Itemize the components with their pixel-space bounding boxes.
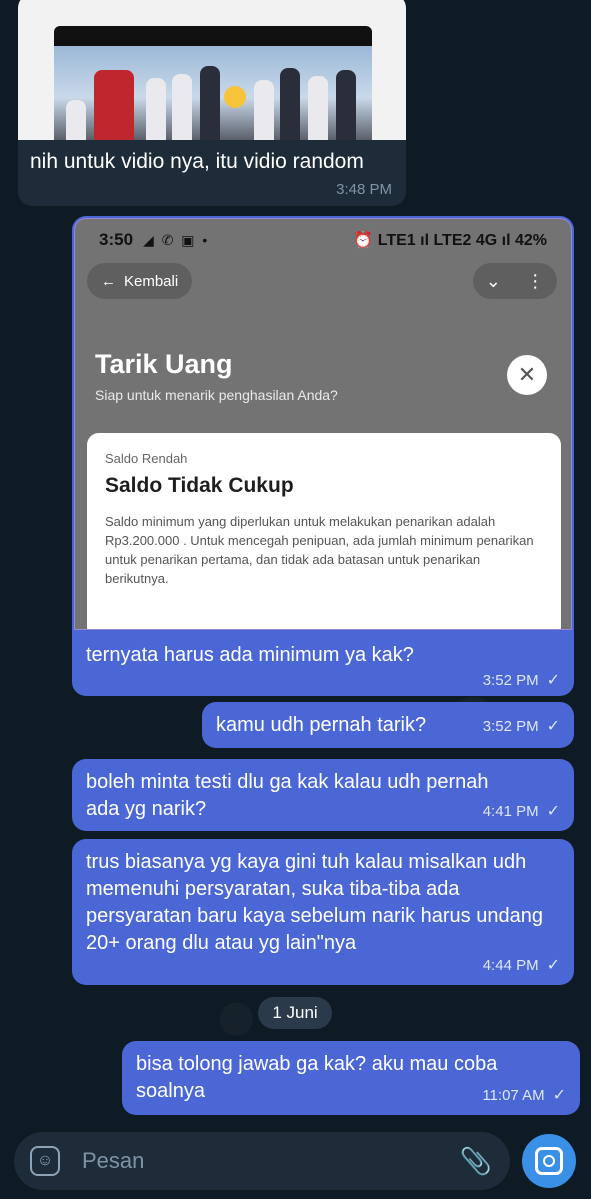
phone-nav: ← Kembali ⌄ ⋮ [75, 263, 571, 303]
message-text: trus biasanya yg kaya gini tuh kalau mis… [86, 851, 543, 954]
surprised-emoji-icon [224, 86, 246, 108]
outgoing-message[interactable]: boleh minta testi dlu ga kak kalau udh p… [72, 759, 574, 831]
camera-icon [535, 1147, 563, 1175]
phone-menu-buttons: ⌄ ⋮ [473, 263, 557, 299]
message-text: kamu udh pernah tarik? [216, 714, 427, 736]
message-time: 3:52 PM [482, 672, 539, 689]
video-image [54, 46, 372, 140]
message-composer: ☺ 📎 [14, 1132, 510, 1190]
check-icon: ✓ [546, 803, 560, 820]
chevron-down-icon: ⌄ [485, 270, 501, 291]
check-icon: ✓ [546, 672, 560, 689]
message-time: 4:41 PM [482, 803, 539, 820]
paperclip-icon[interactable]: 📎 [460, 1146, 492, 1177]
more-vertical-icon: ⋮ [526, 270, 545, 291]
incoming-message[interactable]: nih untuk vidio nya, itu vidio random 3:… [18, 0, 406, 206]
check-icon: ✓ [546, 718, 560, 735]
message-time-row: 4:41 PM ✓ [483, 798, 560, 825]
close-icon: ✕ [507, 355, 547, 395]
sticker-icon[interactable]: ☺ [30, 1146, 60, 1176]
card-title: Saldo Tidak Cukup [105, 474, 294, 497]
message-time-row: 11:07 AM ✓ [482, 1082, 566, 1109]
message-time-row: 3:52 PM ✓ [483, 713, 560, 740]
screen-title: Tarik Uang [95, 349, 233, 379]
screenshot-image[interactable]: 3:50 ◢ ✆ ▣ • ⏰ LTE1 ıl LTE2 4G ıl 42% ← … [74, 218, 572, 630]
balance-card: Saldo Rendah Saldo Tidak Cukup Saldo min… [87, 433, 561, 629]
outgoing-screenshot-message[interactable]: 3:50 ◢ ✆ ▣ • ⏰ LTE1 ıl LTE2 4G ıl 42% ← … [72, 216, 574, 696]
phone-status-right: ⏰ LTE1 ıl LTE2 4G ıl 42% [353, 232, 547, 249]
back-button: ← Kembali [87, 263, 193, 299]
message-time: 3:52 PM [482, 718, 539, 735]
message-time: 4:44 PM [482, 957, 539, 974]
message-time: 3:48 PM [336, 181, 392, 198]
date-separator: 1 Juni [258, 997, 332, 1029]
message-text: ternyata harus ada minimum ya kak? [86, 644, 414, 666]
outgoing-message[interactable]: bisa tolong jawab ga kak? aku mau coba s… [122, 1041, 580, 1115]
camera-button[interactable] [522, 1134, 576, 1188]
chat-area[interactable]: nih untuk vidio nya, itu vidio random 3:… [0, 0, 591, 1199]
phone-time: 3:50 [99, 230, 134, 249]
back-label: Kembali [124, 272, 179, 290]
video-top-bar [54, 26, 372, 48]
phone-notification-icons: ◢ ✆ ▣ • [143, 231, 210, 248]
message-time-row: 3:52 PM ✓ [483, 670, 560, 690]
check-icon: ✓ [552, 1087, 566, 1104]
outgoing-message[interactable]: kamu udh pernah tarik? 3:52 PM ✓ [202, 702, 574, 748]
check-icon: ✓ [546, 957, 560, 974]
message-text: boleh minta testi dlu ga kak kalau udh p… [86, 771, 489, 820]
card-body: Saldo minimum yang diperlukan untuk mela… [105, 514, 534, 586]
phone-status-bar: 3:50 ◢ ✆ ▣ • ⏰ LTE1 ıl LTE2 4G ıl 42% [75, 219, 571, 261]
video-thumbnail[interactable] [18, 0, 406, 140]
message-time: 11:07 AM [482, 1087, 545, 1104]
outgoing-message[interactable]: trus biasanya yg kaya gini tuh kalau mis… [72, 839, 574, 985]
card-label: Saldo Rendah [105, 451, 188, 466]
arrow-left-icon: ← [101, 272, 116, 290]
message-input[interactable] [82, 1148, 442, 1174]
message-text: nih untuk vidio nya, itu vidio random [30, 150, 364, 173]
screen-subtitle: Siap untuk menarik penghasilan Anda? [95, 387, 338, 403]
message-time-row: 4:44 PM ✓ [483, 952, 560, 979]
